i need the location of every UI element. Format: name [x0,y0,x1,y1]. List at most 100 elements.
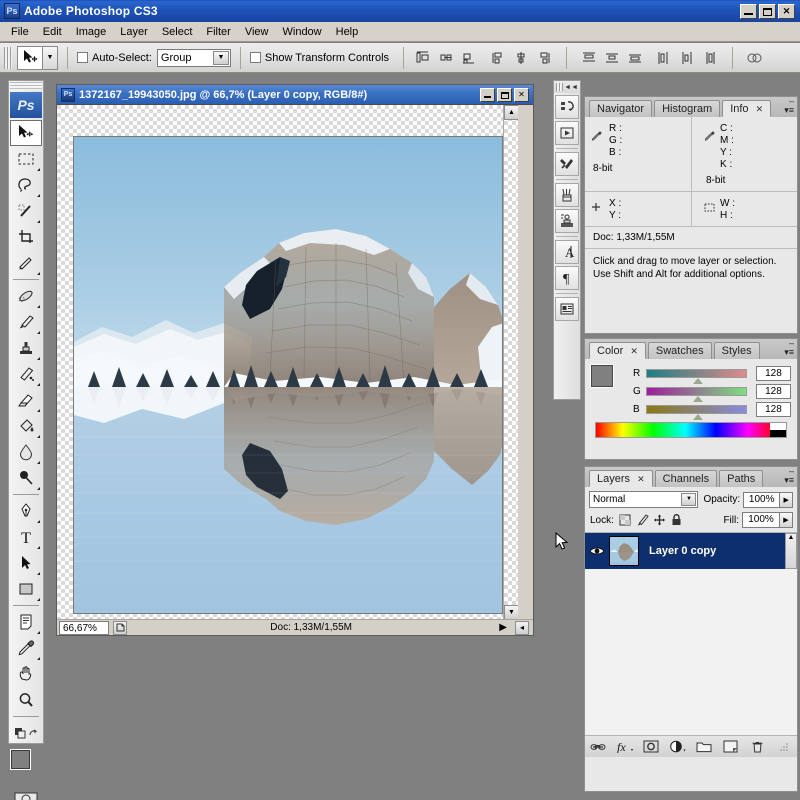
foreground-color-swatch[interactable] [591,365,613,387]
clone-source-panel-icon[interactable] [555,209,579,233]
tab-layers[interactable]: Layers ✕ [589,470,653,487]
menu-image[interactable]: Image [69,24,114,40]
minimize-icon[interactable]: – [789,339,794,348]
foreground-color-swatch[interactable] [11,750,30,769]
path-selection-tool[interactable] [10,550,42,576]
collapse-dock-icon[interactable]: ◄◄ [564,84,578,91]
scroll-down-button[interactable]: ▼ [504,605,518,620]
quick-mask-mode-button[interactable] [10,786,42,800]
toolbox-grip[interactable] [10,82,42,90]
chevron-down-icon[interactable]: ▼ [681,493,697,506]
distribute-right-edges-icon[interactable] [700,48,720,68]
magic-wand-tool[interactable] [10,198,42,224]
close-icon[interactable]: ✕ [756,104,764,114]
show-transform-controls-checkbox[interactable] [249,52,261,63]
close-button[interactable]: ✕ [778,3,795,19]
table-row[interactable]: Layer 0 copy ▲ [585,533,797,569]
palette-menu-icon[interactable]: ▾≡ [784,105,794,115]
align-top-edges-icon[interactable] [488,48,508,68]
layer-thumbnail[interactable] [609,536,639,566]
menu-select[interactable]: Select [155,24,200,40]
zoom-level-field[interactable]: 66,67% [59,620,109,635]
red-slider-track[interactable] [645,368,747,384]
blue-slider-thumb[interactable] [692,413,703,420]
align-right-edges-icon[interactable] [459,48,479,68]
canvas-vertical-scrollbar[interactable]: ▲ ▼ [503,105,518,620]
menu-window[interactable]: Window [276,24,329,40]
tool-preset-picker[interactable]: ▼ [43,45,58,70]
tab-channels[interactable]: Channels [654,470,718,487]
move-tool[interactable] [10,120,42,146]
close-icon[interactable]: ✕ [630,346,638,356]
tab-info[interactable]: Info ✕ [722,100,772,117]
delete-layer-icon[interactable] [748,738,766,756]
new-adjustment-layer-icon[interactable] [669,738,687,756]
menu-edit[interactable]: Edit [36,24,69,40]
red-slider-thumb[interactable] [692,377,703,384]
blue-value-field[interactable]: 128 [755,401,792,417]
brush-tool[interactable] [10,309,42,335]
tool-presets-panel-icon[interactable] [555,152,579,176]
distribute-horizontal-centers-icon[interactable] [677,48,697,68]
tab-navigator[interactable]: Navigator [589,100,653,117]
menu-view[interactable]: View [238,24,276,40]
options-bar-grip[interactable] [4,46,12,69]
pen-tool[interactable] [10,498,42,524]
history-panel-icon[interactable] [555,95,579,119]
edit-toolbar-icon[interactable] [10,720,42,746]
brushes-panel-icon[interactable] [555,183,579,207]
white-black-swatch[interactable] [770,423,786,437]
align-horizontal-centers-icon[interactable] [436,48,456,68]
canvas-area[interactable]: ▲ ▼ [57,105,518,620]
lock-all-icon[interactable] [668,513,685,528]
add-layer-mask-icon[interactable] [642,738,660,756]
blur-tool[interactable] [10,439,42,465]
status-play-icon[interactable]: ▶ [495,622,511,633]
dock-grip[interactable] [556,83,563,91]
fill-slider-arrow[interactable]: ▶ [780,512,793,528]
layer-visibility-toggle[interactable] [585,545,609,557]
red-value-field[interactable]: 128 [755,365,792,381]
auto-select-checkbox[interactable] [77,52,88,63]
crop-tool[interactable] [10,224,42,250]
align-vertical-centers-icon[interactable] [511,48,531,68]
palette-menu-icon[interactable]: ▾≡ [784,475,794,485]
paragraph-panel-icon[interactable]: ¶ [555,266,579,290]
tab-paths[interactable]: Paths [719,470,764,487]
actions-panel-icon[interactable] [555,121,579,145]
image-canvas[interactable] [73,136,503,614]
blend-mode-dropdown[interactable]: Normal ▼ [589,491,699,508]
notes-tool[interactable] [10,609,42,635]
menu-file[interactable]: File [4,24,36,40]
maximize-button[interactable] [759,3,776,19]
layer-comps-panel-icon[interactable] [555,297,579,321]
resize-grip-icon[interactable]: ◂ [515,620,529,635]
menu-help[interactable]: Help [329,24,366,40]
minimize-icon[interactable]: – [789,97,794,106]
layer-list-scrollbar[interactable]: ▲ [785,533,797,569]
distribute-left-edges-icon[interactable] [654,48,674,68]
auto-select-scope-dropdown[interactable]: Group ▼ [156,48,231,67]
close-icon[interactable]: ✕ [637,474,645,484]
opacity-slider-arrow[interactable]: ▶ [780,491,793,508]
minimize-icon[interactable]: – [789,467,794,476]
foreground-background-color-swatch[interactable] [10,750,42,780]
color-spectrum-ramp[interactable] [595,422,787,438]
distribute-top-edges-icon[interactable] [579,48,599,68]
tab-color[interactable]: Color ✕ [589,342,646,359]
distribute-vertical-centers-icon[interactable] [602,48,622,68]
clone-stamp-tool[interactable] [10,335,42,361]
new-layer-icon[interactable] [722,738,740,756]
opacity-field[interactable]: 100% [743,491,781,508]
eyedropper-tool[interactable] [10,635,42,661]
distribute-bottom-edges-icon[interactable] [625,48,645,68]
document-maximize-button[interactable] [497,87,512,102]
tab-styles[interactable]: Styles [713,342,760,359]
fill-field[interactable]: 100% [742,512,780,528]
lock-image-pixels-icon[interactable] [634,513,651,528]
resize-grip-icon[interactable] [775,738,793,756]
align-bottom-edges-icon[interactable] [534,48,554,68]
rectangle-shape-tool[interactable] [10,576,42,602]
eraser-tool[interactable] [10,387,42,413]
auto-align-layers-icon[interactable] [745,48,765,68]
